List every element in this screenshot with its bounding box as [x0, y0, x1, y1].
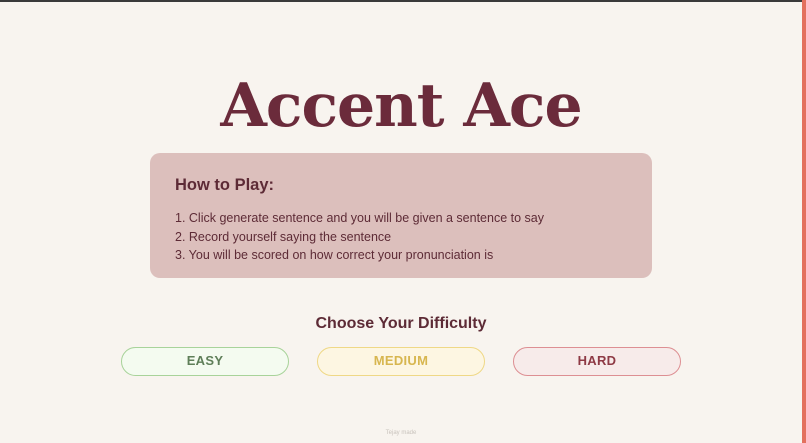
- how-to-play-steps: 1. Click generate sentence and you will …: [175, 209, 627, 265]
- how-to-play-card: How to Play: 1. Click generate sentence …: [150, 153, 652, 278]
- hard-button[interactable]: HARD: [513, 347, 681, 376]
- app-title: Accent Ace: [220, 71, 582, 141]
- window-top-border: [0, 0, 806, 2]
- easy-button[interactable]: EASY: [121, 347, 289, 376]
- step-item: 2. Record yourself saying the sentence: [175, 229, 392, 244]
- footer-credit: Tejay made: [385, 430, 417, 436]
- accent-side-bar: [802, 0, 806, 443]
- difficulty-heading: Choose Your Difficulty: [315, 315, 487, 332]
- how-to-play-heading: How to Play:: [175, 176, 275, 194]
- medium-button[interactable]: MEDIUM: [317, 347, 485, 376]
- step-item: 1. Click generate sentence and you will …: [175, 211, 544, 225]
- step-item: 3. You will be scored on how correct you…: [175, 248, 494, 262]
